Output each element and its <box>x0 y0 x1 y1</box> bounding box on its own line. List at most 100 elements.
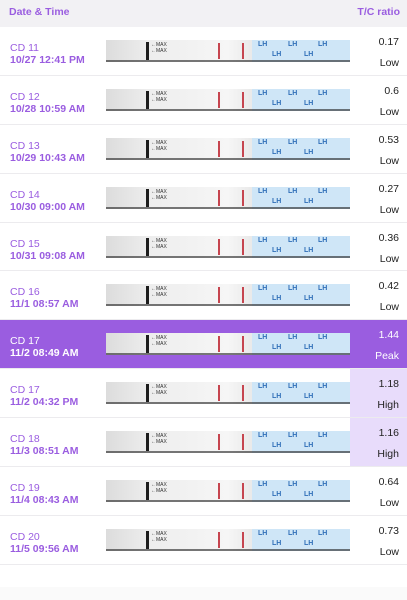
row-datetime: 10/29 10:43 AM <box>10 151 85 164</box>
row-datetime: 11/1 08:57 AM <box>10 298 79 311</box>
control-line <box>242 43 244 59</box>
strip-handle <box>146 530 149 549</box>
test-strip-image: ←MAX ←MAX LH LH LH LH LH <box>106 137 350 160</box>
strip-handle <box>146 384 149 403</box>
strip-edge <box>106 157 350 160</box>
test-line <box>218 140 220 157</box>
test-line <box>218 189 220 206</box>
footer-bar <box>0 587 407 600</box>
strip-edge <box>106 255 350 258</box>
ratio-level: Low <box>379 301 399 314</box>
result-row[interactable]: CD 18 11/3 08:51 AM ←MAX ←MAX LH LH LH L… <box>0 418 407 468</box>
ratio-level: High <box>377 448 399 461</box>
row-datetime: 11/2 04:32 PM <box>10 396 79 409</box>
cycle-day: CD 18 <box>10 433 40 446</box>
ratio-level: Low <box>379 497 399 510</box>
cycle-day: CD 19 <box>10 482 40 495</box>
ratio-level: Peak <box>375 350 399 363</box>
cycle-day: CD 15 <box>10 237 40 250</box>
result-row[interactable]: CD 15 10/31 09:08 AM ←MAX ←MAX LH LH LH … <box>0 222 407 272</box>
tc-ratio-cell: 0.42 Low <box>351 280 399 314</box>
ratio-value: 1.44 <box>378 329 399 342</box>
test-line <box>218 287 220 304</box>
test-line <box>218 531 220 548</box>
test-line <box>218 238 220 255</box>
ratio-value: 0.64 <box>378 476 399 489</box>
tc-ratio-cell: 1.44 Peak <box>351 329 399 364</box>
ratio-level: Low <box>379 203 399 216</box>
row-date: CD 18 11/3 08:51 AM <box>10 433 79 458</box>
ratio-level: Low <box>379 57 399 69</box>
row-datetime: 11/5 09:56 AM <box>10 542 79 555</box>
row-date: CD 11 10/27 12:41 PM <box>10 42 85 67</box>
result-row[interactable]: CD 20 11/5 09:56 AM ←MAX ←MAX LH LH LH L… <box>0 515 407 565</box>
date-time-header: Date & Time <box>9 6 70 18</box>
test-strip-image: ←MAX ←MAX LH LH LH LH LH <box>106 382 350 405</box>
strip-lh-wrapper: LH LH LH LH LH <box>252 382 350 405</box>
test-results-list: CD 11 10/27 12:41 PM ←MAX ←MAX LH LH LH … <box>0 27 407 565</box>
ratio-value: 0.6 <box>384 84 399 97</box>
control-line <box>242 189 244 206</box>
tc-ratio-cell: 0.17 Low <box>351 36 399 70</box>
result-row[interactable]: CD 17 11/2 08:49 AM ←MAX ←MAX LH LH LH L… <box>0 320 407 370</box>
strip-lh-wrapper: LH LH LH LH LH <box>252 284 350 307</box>
ratio-level: High <box>377 399 399 412</box>
test-line <box>218 91 220 108</box>
test-line <box>218 385 220 402</box>
strip-handle <box>146 42 149 60</box>
strip-lh-wrapper: LH LH LH LH LH <box>252 431 350 454</box>
test-line <box>218 483 220 500</box>
test-strip-image: ←MAX ←MAX LH LH LH LH LH <box>106 186 350 209</box>
ratio-value: 0.42 <box>378 280 399 293</box>
cycle-day: CD 14 <box>10 188 40 201</box>
row-datetime: 10/28 10:59 AM <box>10 102 85 115</box>
result-row[interactable]: CD 19 11/4 08:43 AM ←MAX ←MAX LH LH LH L… <box>0 467 407 516</box>
strip-edge <box>106 451 350 454</box>
strip-max-label: ←MAX ←MAX <box>151 335 167 348</box>
strip-edge <box>106 108 350 111</box>
tc-ratio-cell: 1.18 High <box>351 378 399 412</box>
row-date: CD 17 11/2 08:49 AM <box>10 335 79 360</box>
result-row[interactable]: CD 14 10/30 09:00 AM ←MAX ←MAX LH LH LH … <box>0 173 407 223</box>
strip-max-label: ←MAX ←MAX <box>151 530 167 543</box>
ratio-value: 1.16 <box>378 427 399 440</box>
row-datetime: 10/31 09:08 AM <box>10 249 85 262</box>
ratio-value: 0.36 <box>378 231 399 244</box>
test-strip-image: ←MAX ←MAX LH LH LH LH LH <box>106 88 350 111</box>
strip-lh-wrapper: LH LH LH LH LH <box>252 137 350 160</box>
row-date: CD 12 10/28 10:59 AM <box>10 91 85 116</box>
control-line <box>242 336 244 353</box>
result-row[interactable]: CD 11 10/27 12:41 PM ←MAX ←MAX LH LH LH … <box>0 27 407 76</box>
strip-lh-wrapper: LH LH LH LH LH <box>252 333 350 356</box>
table-header: Date & Time T/C ratio <box>0 0 407 27</box>
strip-max-label: ←MAX ←MAX <box>151 237 167 250</box>
strip-lh-wrapper: LH LH LH LH LH <box>252 480 350 503</box>
ratio-level: Low <box>379 252 399 265</box>
result-row[interactable]: CD 17 11/2 04:32 PM ←MAX ←MAX LH LH LH L… <box>0 369 407 419</box>
tc-ratio-cell: 0.36 Low <box>351 232 399 266</box>
test-strip-image: ←MAX ←MAX LH LH LH LH LH <box>106 235 350 258</box>
cycle-day: CD 17 <box>10 335 40 348</box>
test-strip-image: ←MAX ←MAX LH LH LH LH LH <box>106 431 350 454</box>
row-datetime: 10/27 12:41 PM <box>10 54 85 66</box>
cycle-day: CD 16 <box>10 286 40 299</box>
strip-max-label: ←MAX ←MAX <box>151 433 167 446</box>
row-datetime: 11/4 08:43 AM <box>10 494 79 507</box>
control-line <box>242 483 244 500</box>
row-datetime: 11/2 08:49 AM <box>10 347 79 360</box>
test-line <box>218 434 220 451</box>
strip-edge <box>106 353 350 356</box>
strip-max-label: ←MAX ←MAX <box>151 384 167 397</box>
cycle-day: CD 11 <box>10 42 39 54</box>
cycle-day: CD 17 <box>10 384 40 397</box>
ratio-value: 0.17 <box>378 36 399 48</box>
ratio-value: 0.73 <box>378 524 399 537</box>
result-row[interactable]: CD 16 11/1 08:57 AM ←MAX ←MAX LH LH LH L… <box>0 271 407 321</box>
control-line <box>242 140 244 157</box>
test-strip-image: ←MAX ←MAX LH LH LH LH LH <box>106 528 350 551</box>
result-row[interactable]: CD 13 10/29 10:43 AM ←MAX ←MAX LH LH LH … <box>0 124 407 174</box>
control-line <box>242 91 244 108</box>
result-row[interactable]: CD 12 10/28 10:59 AM ←MAX ←MAX LH LH LH … <box>0 75 407 125</box>
strip-lh-wrapper: LH LH LH LH LH <box>252 528 350 551</box>
strip-edge <box>106 206 350 209</box>
